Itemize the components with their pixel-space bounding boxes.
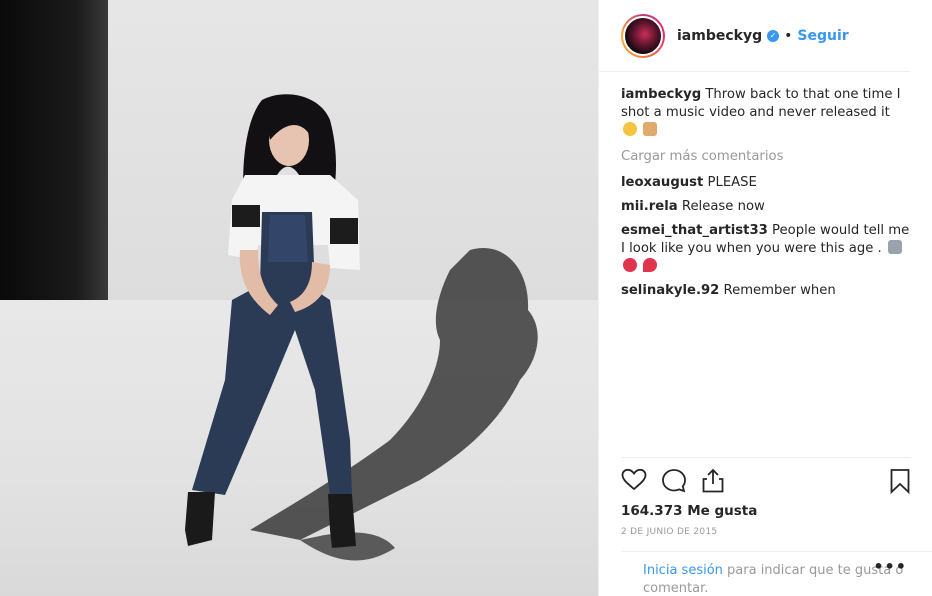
comment-item: selinakyle.92 Remember when <box>621 282 910 300</box>
header-separator: • <box>784 27 793 44</box>
likes-count[interactable]: 164.373 Me gusta <box>621 503 757 519</box>
elephant-icon <box>887 240 902 254</box>
comment-username[interactable]: esmei_that_artist33 <box>621 223 768 238</box>
grimacing-face-icon <box>623 122 637 136</box>
action-bar <box>621 457 911 494</box>
load-more-comments-link[interactable]: Cargar más comentarios <box>621 148 910 166</box>
comment-bubble-icon[interactable] <box>661 468 687 494</box>
comment-item: mii.rela Release now <box>621 198 910 216</box>
more-options-icon[interactable]: ••• <box>873 557 907 576</box>
login-link[interactable]: Inicia sesión <box>643 563 723 578</box>
post-header: iambeckyg ✓ • Seguir <box>599 0 910 72</box>
thumbs-up-icon <box>643 122 658 136</box>
follow-button[interactable]: Seguir <box>797 28 848 44</box>
comment-text: Release now <box>681 199 765 214</box>
heart-icon[interactable] <box>621 468 647 492</box>
comment-username[interactable]: leoxaugust <box>621 175 703 190</box>
comment-username[interactable]: mii.rela <box>621 199 678 214</box>
share-icon[interactable] <box>701 468 725 494</box>
avatar-image <box>623 15 663 56</box>
bookmark-icon[interactable] <box>889 468 911 494</box>
photo-illustration <box>185 94 538 561</box>
heart-emoji-icon <box>643 258 658 272</box>
balloon-icon <box>623 258 637 272</box>
comment-text: PLEASE <box>707 175 757 190</box>
comments-section: iambeckyg Throw back to that one time I … <box>599 72 932 300</box>
avatar[interactable] <box>621 13 665 58</box>
comment-username[interactable]: selinakyle.92 <box>621 283 719 298</box>
instagram-post: iambeckyg ✓ • Seguir iambeckyg Throw bac… <box>0 0 932 596</box>
post-details-panel: iambeckyg ✓ • Seguir iambeckyg Throw bac… <box>598 0 932 596</box>
post-actions-area: 164.373 Me gusta 2 DE JUNIO DE 2015 Inic… <box>599 451 932 596</box>
comment-text: Remember when <box>723 283 836 298</box>
caption-username[interactable]: iambeckyg <box>621 87 701 102</box>
post-photo[interactable] <box>0 0 598 596</box>
comment-item: leoxaugust PLEASE <box>621 174 910 192</box>
comment-item: esmei_that_artist33 People would tell me… <box>621 222 910 276</box>
verified-badge-icon: ✓ <box>767 29 780 42</box>
post-author-username[interactable]: iambeckyg <box>677 28 762 44</box>
post-date: 2 DE JUNIO DE 2015 <box>621 527 718 537</box>
caption: iambeckyg Throw back to that one time I … <box>621 86 910 140</box>
